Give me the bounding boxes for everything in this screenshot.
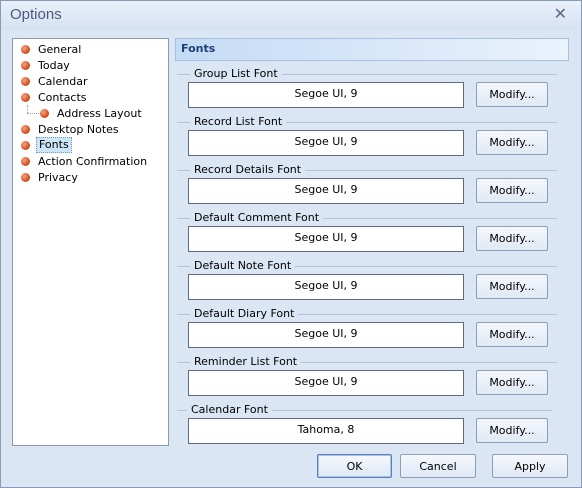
font-display: Segoe UI, 9 bbox=[188, 178, 464, 204]
group-label-font: Default Comment Font bbox=[190, 211, 324, 224]
tree-connector bbox=[27, 113, 39, 114]
modify-button[interactable]: Modify... bbox=[476, 178, 548, 203]
group-label-font: Record Details Font bbox=[190, 163, 306, 176]
bullet-icon bbox=[21, 141, 30, 150]
tree-item-label: Desktop Notes bbox=[38, 123, 119, 136]
group-label-font: Default Diary Font bbox=[190, 307, 299, 320]
ok-button[interactable]: OK bbox=[317, 454, 392, 478]
category-tree: General Today Calendar Contacts Address … bbox=[12, 38, 169, 446]
title-bar[interactable]: Options ✕ bbox=[1, 1, 581, 29]
modify-button[interactable]: Modify... bbox=[476, 226, 548, 251]
group-label-font: Reminder List Font bbox=[190, 355, 302, 368]
tree-item-label: Privacy bbox=[38, 171, 78, 184]
tree-item-label: Action Confirmation bbox=[38, 155, 148, 168]
bullet-icon bbox=[21, 93, 30, 102]
bullet-icon bbox=[21, 125, 30, 134]
bullet-icon bbox=[21, 173, 30, 182]
tree-item-label: Address Layout bbox=[57, 107, 142, 120]
panel-header: Fonts bbox=[175, 38, 569, 61]
group-label-font: Default Note Font bbox=[190, 259, 296, 272]
close-icon[interactable]: ✕ bbox=[554, 4, 567, 23]
modify-button[interactable]: Modify... bbox=[476, 82, 548, 107]
tree-connector bbox=[27, 105, 28, 113]
options-window: Options ✕ General Today Calendar Contact… bbox=[0, 0, 582, 488]
group-label-font: Group List Font bbox=[190, 67, 282, 80]
font-display: Segoe UI, 9 bbox=[188, 322, 464, 348]
bullet-icon bbox=[21, 45, 30, 54]
font-display: Segoe UI, 9 bbox=[188, 274, 464, 300]
group-label-font: Record List Font bbox=[190, 115, 287, 128]
modify-button[interactable]: Modify... bbox=[476, 130, 548, 155]
font-display: Segoe UI, 9 bbox=[188, 370, 464, 396]
font-display: Segoe UI, 9 bbox=[188, 226, 464, 252]
tree-item-label: General bbox=[38, 43, 82, 56]
tree-item-label: Today bbox=[38, 59, 70, 72]
font-display: Segoe UI, 9 bbox=[188, 130, 464, 156]
window-title: Options bbox=[10, 6, 62, 23]
modify-button[interactable]: Modify... bbox=[476, 322, 548, 347]
group-label-font: Calendar Font bbox=[187, 403, 272, 416]
cancel-button[interactable]: Cancel bbox=[400, 454, 476, 478]
modify-button[interactable]: Modify... bbox=[476, 370, 548, 395]
bullet-icon bbox=[21, 61, 30, 70]
tree-item-label: Fonts bbox=[36, 137, 72, 153]
modify-button[interactable]: Modify... bbox=[476, 418, 548, 443]
bullet-icon bbox=[40, 109, 49, 118]
font-display: Tahoma, 8 bbox=[188, 418, 464, 444]
bullet-icon bbox=[21, 77, 30, 86]
panel-title: Fonts bbox=[181, 42, 216, 55]
modify-button[interactable]: Modify... bbox=[476, 274, 548, 299]
apply-button[interactable]: Apply bbox=[492, 454, 568, 478]
font-display: Segoe UI, 9 bbox=[188, 82, 464, 108]
tree-item-label: Calendar bbox=[38, 75, 88, 88]
tree-item-label: Contacts bbox=[38, 91, 87, 104]
bullet-icon bbox=[21, 157, 30, 166]
